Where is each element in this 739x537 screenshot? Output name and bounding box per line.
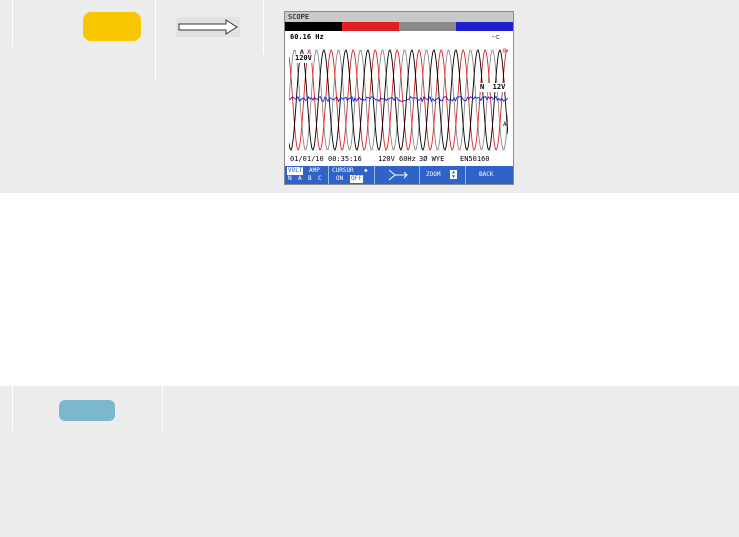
divider bbox=[12, 0, 13, 46]
volt-amp-softkey[interactable]: VOLT AMP N A B C bbox=[285, 166, 329, 184]
softkey-bar: VOLT AMP N A B C CURSOR ◆ ON OFF ZOOM ▲ ▼… bbox=[285, 166, 513, 184]
reading-c: C 113.8 V bbox=[399, 22, 456, 39]
divider bbox=[155, 0, 156, 80]
divider bbox=[263, 0, 264, 54]
arrow-right-icon bbox=[176, 17, 240, 37]
status-standard: EN50160 bbox=[460, 155, 490, 163]
neutral-scale-label: N 12V bbox=[480, 83, 506, 92]
move-softkey[interactable] bbox=[375, 166, 420, 184]
status-date: 01/01/10 bbox=[290, 155, 324, 163]
divider bbox=[162, 386, 163, 431]
trace-label-a: A bbox=[503, 121, 507, 128]
divider bbox=[12, 386, 13, 431]
scale-label: 120V bbox=[295, 54, 312, 63]
screen-title: SCOPE bbox=[285, 12, 513, 22]
reading-n: N 5.7 V bbox=[456, 22, 513, 39]
yellow-key-button[interactable] bbox=[83, 12, 141, 41]
reading-b: B 114.3 V bbox=[342, 22, 399, 39]
status-time: 00:35:16 bbox=[328, 155, 362, 163]
status-voltage: 120V bbox=[378, 155, 395, 163]
waveform-plot bbox=[289, 49, 508, 151]
frequency-readout: 60.16 Hz bbox=[290, 33, 324, 41]
move-arrows-icon bbox=[388, 169, 408, 181]
trace-label-b: B bbox=[503, 48, 507, 55]
cursor-softkey[interactable]: CURSOR ◆ ON OFF bbox=[329, 166, 375, 184]
reading-a: A 118.6 V bbox=[285, 22, 342, 39]
plug-icon: -⊂ bbox=[491, 33, 500, 41]
status-config: 3Ø WYE bbox=[419, 155, 445, 163]
back-button[interactable]: BACK bbox=[466, 166, 513, 184]
blue-key-button[interactable] bbox=[59, 400, 115, 421]
status-bar: 01/01/10 00:35:16 120V 60Hz 3Ø WYE EN501… bbox=[285, 155, 513, 165]
status-frequency: 60Hz bbox=[399, 155, 416, 163]
up-down-icon: ▲ ▼ bbox=[450, 169, 457, 180]
scope-screen: SCOPE A 118.6 V B 114.3 V C 113.8 V N 5.7 V 60.1… bbox=[284, 11, 514, 185]
zoom-softkey[interactable]: ZOOM ▲ ▼ bbox=[420, 166, 466, 184]
